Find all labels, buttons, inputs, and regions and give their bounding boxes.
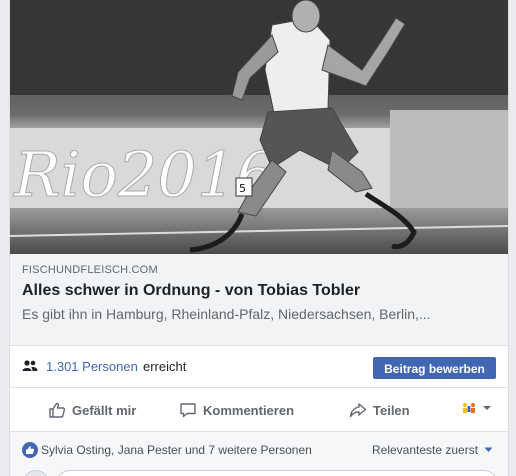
athlete-photo: Rio2016 5 <box>10 0 508 254</box>
like-label: Gefällt mir <box>72 402 137 418</box>
audience-selector[interactable] <box>461 402 492 414</box>
sort-label: Relevanteste zuerst <box>372 443 479 457</box>
share-icon <box>349 403 367 418</box>
action-bar: Gefällt mir Kommentieren Teilen <box>10 388 508 432</box>
share-label: Teilen <box>373 402 410 418</box>
bib-number: 5 <box>239 182 246 195</box>
comment-input[interactable] <box>56 470 498 476</box>
avatar <box>22 470 50 476</box>
chevron-down-icon <box>484 447 493 452</box>
link-description: Es gibt ihn in Hamburg, Rheinland-Pfalz,… <box>22 306 431 322</box>
link-title[interactable]: Alles schwer in Ordnung - von Tobias Tob… <box>22 282 360 300</box>
post-card: Rio2016 5 FISCHUNDFLEISCH.COM Alles schw… <box>9 0 509 476</box>
comment-label: Kommentieren <box>203 402 295 418</box>
thumbs-up-icon <box>49 402 66 418</box>
likes-summary: Sylvia Osting, Jana Pester und 7 weitere… <box>10 432 508 468</box>
reach-label: erreicht <box>143 359 187 374</box>
post-image[interactable]: Rio2016 5 <box>10 0 508 254</box>
like-reaction-icon <box>22 442 38 458</box>
comment-icon <box>180 403 196 418</box>
reach-count-link[interactable]: 1.301 Personen <box>46 359 138 374</box>
comment-sort-dropdown[interactable]: Relevanteste zuerst <box>372 443 493 457</box>
likers-link[interactable]: Sylvia Osting, Jana Pester und 7 weitere… <box>41 443 312 457</box>
share-button[interactable]: Teilen <box>349 400 410 420</box>
like-button[interactable]: Gefällt mir <box>48 400 136 420</box>
comment-button[interactable]: Kommentieren <box>179 400 294 420</box>
banner-text: Rio2016 <box>13 138 276 211</box>
boost-post-button[interactable]: Beitrag bewerben <box>373 357 496 379</box>
comment-composer <box>10 468 508 476</box>
link-preview[interactable]: FISCHUNDFLEISCH.COM Alles schwer in Ordn… <box>10 254 508 346</box>
reach-row: 1.301 Personen erreicht Beitrag bewerben <box>10 346 508 388</box>
chevron-down-icon <box>483 406 491 410</box>
people-icon <box>22 360 38 371</box>
friends-icon <box>463 403 475 413</box>
link-domain: FISCHUNDFLEISCH.COM <box>22 264 158 276</box>
